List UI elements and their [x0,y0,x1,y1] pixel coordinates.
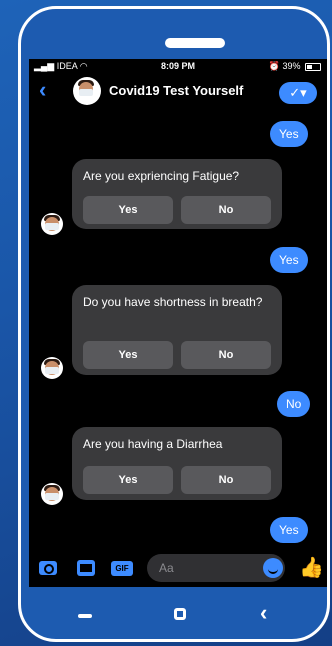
chat-header: ‹ Covid19 Test Yourself ✓▾ [29,73,327,109]
check-menu-button[interactable]: ✓▾ [279,82,317,104]
camera-icon[interactable] [39,561,57,575]
bot-avatar [41,483,63,505]
bot-avatar[interactable] [73,77,101,105]
no-button[interactable]: No [181,341,271,369]
no-button[interactable]: No [181,466,271,494]
yes-button[interactable]: Yes [83,466,173,494]
yes-button[interactable]: Yes [83,196,173,224]
question-card: Are you having a Diarrhea Yes No [72,427,282,500]
question-card: Do you have shortness in breath? Yes No [72,285,282,375]
user-reply-bubble: Yes [270,121,308,147]
recent-apps-button[interactable] [78,614,92,618]
phone-speaker [165,38,225,48]
battery-icon [305,62,321,71]
status-bar: ▂▄▆ IDEA ◠ 8:09 PM ⏰ 39% [29,59,327,73]
gif-icon[interactable]: GIF [111,561,133,576]
back-chevron-icon[interactable]: ‹ [39,79,46,101]
user-reply-bubble: No [277,391,311,417]
bot-avatar [41,357,63,379]
chat-screen: ▂▄▆ IDEA ◠ 8:09 PM ⏰ 39% ‹ Covid19 Test … [29,59,327,587]
user-reply-bubble: Yes [270,247,308,273]
emoji-icon[interactable] [263,558,283,578]
no-button[interactable]: No [181,196,271,224]
bot-avatar [41,213,63,235]
photo-icon[interactable] [77,560,95,576]
yes-button[interactable]: Yes [83,341,173,369]
question-text: Do you have shortness in breath? [83,295,263,309]
alarm-icon: ⏰ [268,61,280,71]
message-composer: GIF 👍 [29,554,327,587]
battery-percent: 39% [282,61,301,71]
battery-status: ⏰ 39% [269,61,321,72]
question-text: Are you having a Diarrhea [83,437,223,451]
home-button[interactable] [174,608,186,620]
question-card: Are you expriencing Fatigue? Yes No [72,159,282,229]
question-text: Are you expriencing Fatigue? [83,169,240,183]
thumbs-up-icon[interactable]: 👍 [299,556,324,580]
page-title[interactable]: Covid19 Test Yourself [109,83,243,98]
user-reply-bubble: Yes [270,517,308,543]
back-button[interactable]: ‹ [260,602,267,624]
